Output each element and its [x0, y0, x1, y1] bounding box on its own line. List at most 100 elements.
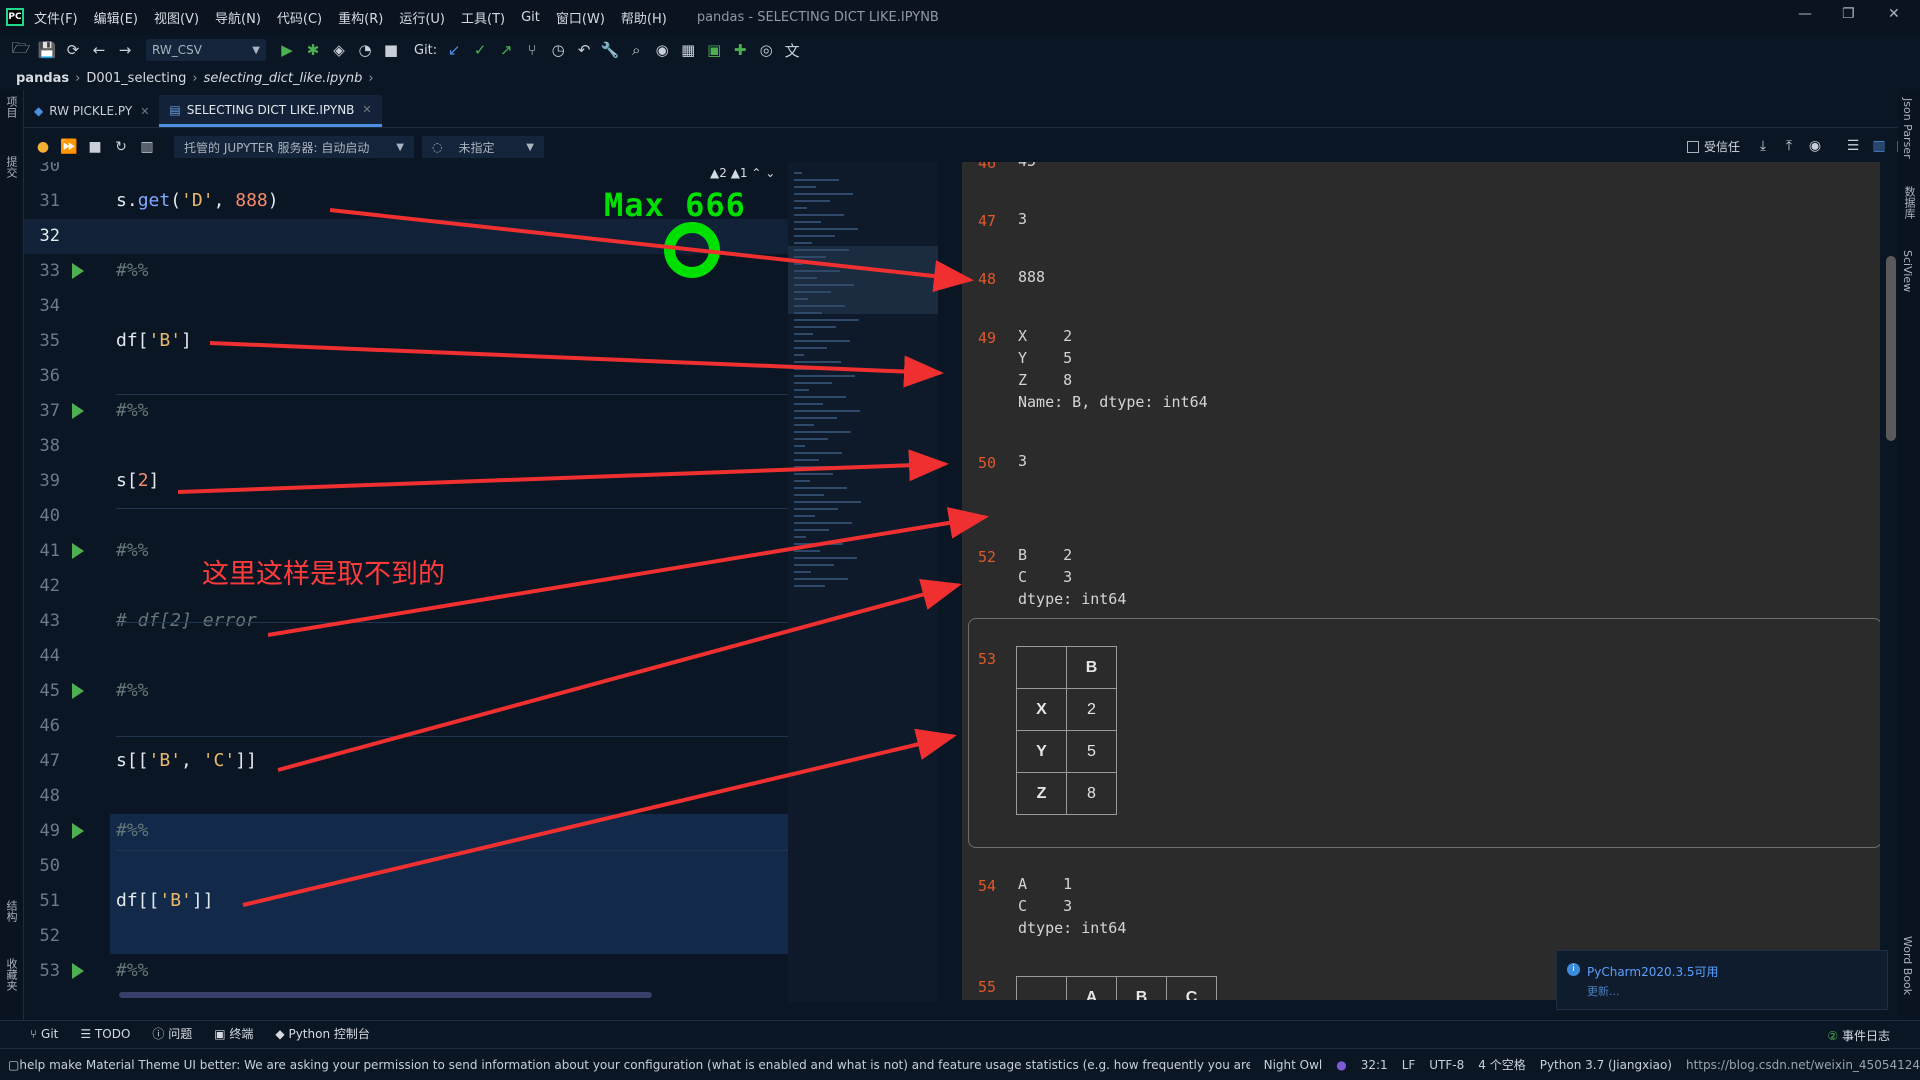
eye-icon[interactable]: ◉ — [1802, 138, 1828, 154]
notebook-output-panel[interactable]: 46 45 47 3 48 888 49 X 2 Y 5 Z 8 Name: B… — [962, 162, 1880, 1000]
git-push-icon[interactable]: ↗ — [493, 38, 519, 62]
code-line[interactable]: 48 — [24, 779, 812, 814]
code-line[interactable]: 40 — [24, 499, 812, 534]
split-view-icon[interactable]: ▥ — [1866, 138, 1892, 154]
tool-window-terminal[interactable]: ▣ 终端 — [214, 1025, 253, 1042]
restore-icon[interactable]: ❐ — [1842, 6, 1855, 22]
rollback-icon[interactable]: ↶ — [571, 38, 597, 62]
sciview-tool-tab[interactable]: SciView — [1901, 250, 1914, 292]
trusted-checkbox[interactable]: 受信任 — [1686, 138, 1740, 155]
output-vertical-scrollbar[interactable] — [1886, 256, 1896, 441]
run-config-select[interactable]: RW_CSV ▼ — [146, 39, 266, 61]
update-notification[interactable]: i PyCharm2020.3.5可用 更新... — [1556, 950, 1888, 1010]
theme-indicator[interactable]: Night Owl — [1264, 1058, 1323, 1072]
editor-only-icon[interactable]: ☰ — [1840, 138, 1866, 154]
menu-refactor[interactable]: 重构(R) — [338, 8, 383, 27]
menu-view[interactable]: 视图(V) — [154, 8, 199, 27]
code-minimap[interactable] — [788, 162, 938, 1002]
back-icon[interactable]: ← — [86, 38, 112, 62]
code-line[interactable]: 36 — [24, 359, 812, 394]
inspection-widget[interactable]: ▲2 ▲1 ⌃ ⌄ — [710, 166, 775, 180]
file-encoding[interactable]: UTF-8 — [1429, 1058, 1464, 1072]
debug-icon[interactable]: ✱ — [300, 38, 326, 62]
json-parser-tool-tab[interactable]: Json Parser — [1901, 98, 1914, 159]
menu-help[interactable]: 帮助(H) — [621, 8, 667, 27]
run-cell-icon[interactable] — [72, 823, 84, 839]
close-icon[interactable]: ✕ — [362, 103, 371, 116]
favorites-tool-tab[interactable]: 收藏夹 — [3, 958, 19, 991]
code-with-me-icon[interactable]: ◎ — [753, 38, 779, 62]
git-update-icon[interactable]: ↙ — [441, 38, 467, 62]
status-toggle-icon[interactable]: ▢ — [8, 1058, 19, 1072]
structure-icon[interactable]: ▦ — [675, 38, 701, 62]
caret-position[interactable]: 32:1 — [1361, 1058, 1388, 1072]
code-line[interactable]: 52 — [24, 919, 812, 954]
coverage-icon[interactable]: ◈ — [326, 38, 352, 62]
code-line[interactable]: 35 df['B'] — [24, 324, 812, 359]
tab-rw-pickle[interactable]: ◆ RW PICKLE.PY ✕ — [24, 95, 159, 127]
menu-tools[interactable]: 工具(T) — [461, 8, 505, 27]
python-interpreter[interactable]: Python 3.7 (Jiangxiao) — [1540, 1058, 1672, 1072]
close-icon[interactable]: ✕ — [140, 105, 149, 118]
code-line[interactable]: 37 #%% — [24, 394, 812, 429]
code-line[interactable]: 49 #%% — [24, 814, 812, 849]
run-cell-icon[interactable] — [72, 543, 84, 559]
code-line[interactable]: 47 s[['B', 'C']] — [24, 744, 812, 779]
menu-file[interactable]: 文件(F) — [34, 8, 78, 27]
horizontal-scrollbar[interactable] — [119, 992, 652, 998]
download-icon[interactable]: ⤓ — [1750, 138, 1776, 154]
tab-selecting-dict-like[interactable]: ▤ SELECTING DICT LIKE.IPYNB ✕ — [159, 95, 382, 127]
code-line[interactable]: 30 — [24, 162, 812, 184]
status-message[interactable]: help make Material Theme UI better: We a… — [19, 1056, 1249, 1073]
menu-edit[interactable]: 编辑(E) — [94, 8, 138, 27]
menu-git[interactable]: Git — [521, 10, 540, 25]
menu-code[interactable]: 代码(C) — [277, 8, 322, 27]
code-line[interactable]: 53 #%% — [24, 954, 812, 989]
structure-tool-tab[interactable]: 结构 — [3, 900, 19, 922]
find-usages-icon[interactable]: ◉ — [649, 38, 675, 62]
indent-setting[interactable]: 4 个空格 — [1478, 1056, 1525, 1073]
restart-kernel-icon[interactable]: ↻ — [108, 139, 134, 155]
save-icon[interactable]: 💾 — [34, 38, 60, 62]
code-editor[interactable]: 30 31 s.get('D', 888) 32 33 #%% 34 35 df['B'] 36 3… — [24, 162, 812, 1000]
code-line[interactable]: 38 — [24, 429, 812, 464]
project-tool-tab[interactable]: 项目 — [3, 96, 19, 118]
close-window-icon[interactable]: ✕ — [1888, 6, 1900, 22]
menu-window[interactable]: 窗口(W) — [556, 8, 605, 27]
wrench-icon[interactable]: 🔧 — [597, 38, 623, 62]
tool-window-todo[interactable]: ☰ TODO — [80, 1027, 130, 1041]
history-icon[interactable]: ◷ — [545, 38, 571, 62]
run-cell-icon[interactable] — [72, 963, 84, 979]
run-icon[interactable]: ▶ — [274, 38, 300, 62]
lightbulb-icon[interactable]: ● — [30, 139, 56, 155]
chevron-up-icon[interactable]: ⌃ — [751, 166, 761, 180]
code-line[interactable]: 46 — [24, 709, 812, 744]
code-line[interactable]: 50 — [24, 849, 812, 884]
tool-window-python-console[interactable]: ◆ Python 控制台 — [275, 1025, 369, 1042]
commit-tool-tab[interactable]: 提交 — [3, 156, 19, 178]
sciview-icon[interactable]: ▣ — [701, 38, 727, 62]
word-book-tool-tab[interactable]: Word Book — [1901, 936, 1914, 995]
line-separator[interactable]: LF — [1402, 1058, 1416, 1072]
minimize-icon[interactable]: — — [1798, 6, 1812, 22]
open-folder-icon[interactable]: 🗁 — [8, 38, 34, 62]
chevron-down-icon[interactable]: ⌄ — [765, 166, 775, 180]
tool-window-git[interactable]: ⑂ Git — [30, 1027, 58, 1041]
cell-type-icon[interactable]: ▥ — [134, 139, 160, 155]
database-tool-tab[interactable]: 数据库 — [1901, 186, 1917, 219]
breadcrumb-file[interactable]: selecting_dict_like.ipynb — [204, 71, 363, 86]
code-line[interactable]: 44 — [24, 639, 812, 674]
event-log-button[interactable]: ② 事件日志 — [1827, 1027, 1890, 1044]
code-line[interactable]: 34 — [24, 289, 812, 324]
git-commit-icon[interactable]: ✓ — [467, 38, 493, 62]
sync-icon[interactable]: ⟳ — [60, 38, 86, 62]
plugin-icon[interactable]: ✚ — [727, 38, 753, 62]
search-icon[interactable]: ⌕ — [623, 38, 649, 62]
code-line[interactable]: 39 s[2] — [24, 464, 812, 499]
stop-kernel-icon[interactable]: ■ — [82, 139, 108, 155]
breadcrumb-project[interactable]: pandas — [16, 71, 69, 86]
tool-window-problems[interactable]: ⓘ 问题 — [152, 1025, 192, 1042]
menu-run[interactable]: 运行(U) — [399, 8, 445, 27]
profile-icon[interactable]: ◔ — [352, 38, 378, 62]
upload-icon[interactable]: ⤒ — [1776, 138, 1802, 154]
